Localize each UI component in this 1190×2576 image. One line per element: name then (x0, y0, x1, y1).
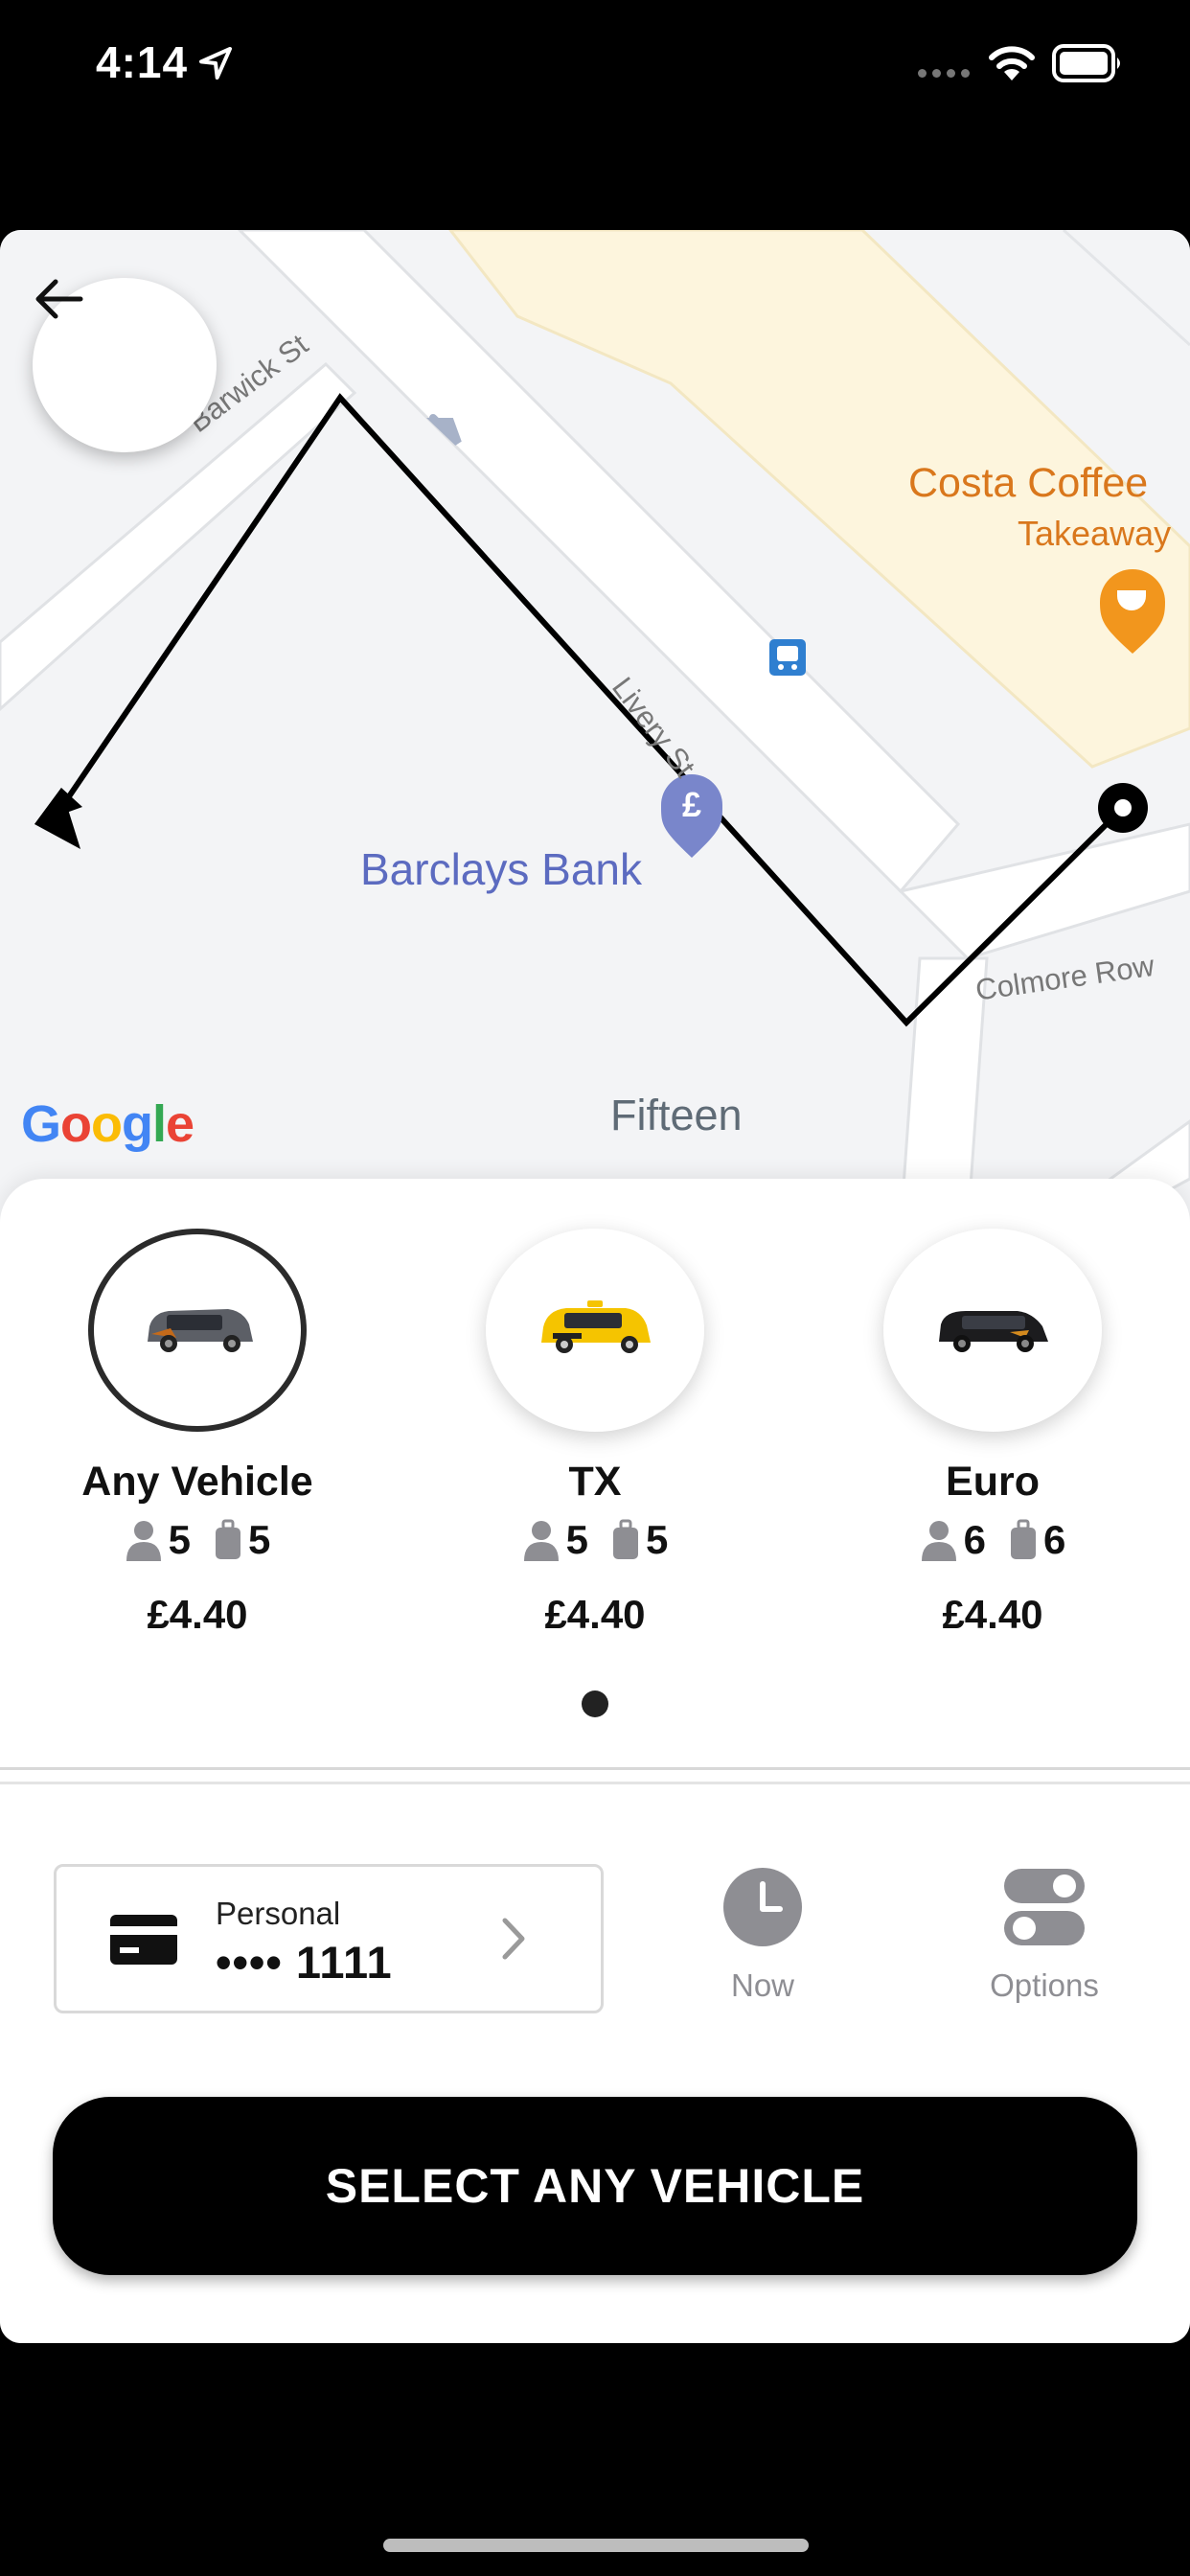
vehicle-name: Any Vehicle (81, 1459, 313, 1505)
passenger-count: 5 (565, 1517, 588, 1562)
location-arrow-icon (199, 47, 232, 80)
passenger-icon (523, 1521, 559, 1561)
vehicle-price: £4.40 (147, 1592, 248, 1637)
vehicle-capacity: 5 5 (34, 1517, 360, 1563)
svg-text:£: £ (682, 785, 701, 824)
chevron-right-icon (502, 1918, 525, 1960)
place-label-barclays[interactable]: Barclays Bank (360, 843, 642, 895)
vehicle-option-euro[interactable]: Euro 6 6 £4.40 (830, 1229, 1156, 1638)
schedule-now-button[interactable]: Now (705, 1867, 820, 2004)
payment-method-button[interactable]: Personal •••• 1111 (54, 1864, 604, 2013)
vehicle-option-tx[interactable]: TX 5 5 £4.40 (432, 1229, 758, 1638)
vehicle-image-circle[interactable] (88, 1229, 307, 1432)
google-logo: Google (21, 1095, 195, 1153)
taxi-yellow-icon (541, 1300, 651, 1353)
vehicle-capacity: 6 6 (830, 1517, 1156, 1563)
home-indicator[interactable] (383, 2539, 809, 2552)
vehicle-price: £4.40 (942, 1592, 1043, 1637)
luggage-icon (613, 1519, 638, 1559)
credit-card-icon (110, 1915, 177, 1965)
cellular-signal-icon (918, 65, 975, 82)
passenger-count: 6 (963, 1517, 986, 1562)
luggage-count: 6 (1043, 1517, 1066, 1562)
luggage-icon (1011, 1519, 1036, 1559)
vehicle-sheet: Any Vehicle 5 5 £4.40 TX 5 5 £4.40 Euro … (0, 1179, 1190, 2343)
luggage-count: 5 (646, 1517, 669, 1562)
luggage-icon (216, 1519, 240, 1559)
vehicle-name: Euro (946, 1459, 1040, 1505)
luggage-count: 5 (248, 1517, 271, 1562)
passenger-count: 5 (168, 1517, 191, 1562)
minivan-black-icon (939, 1311, 1048, 1352)
passenger-icon (921, 1521, 956, 1561)
back-button[interactable] (33, 278, 217, 452)
passenger-icon (126, 1521, 161, 1561)
status-bar: 4:14 (0, 0, 1190, 134)
carousel-page-indicator[interactable] (582, 1690, 608, 1717)
wifi-icon (989, 46, 1035, 80)
options-label: Options (990, 1967, 1099, 2003)
section-divider (0, 1767, 1190, 1784)
now-label: Now (730, 1967, 795, 2003)
toggle-options-icon (1004, 1869, 1085, 1945)
place-label-costa[interactable]: Costa Coffee (908, 460, 1148, 507)
select-vehicle-button[interactable]: SELECT ANY VEHICLE (53, 2097, 1137, 2275)
vehicle-image-circle[interactable] (883, 1229, 1102, 1432)
place-sublabel-costa: Takeaway (1018, 514, 1172, 553)
vehicle-option-any[interactable]: Any Vehicle 5 5 £4.40 (34, 1229, 360, 1638)
status-time: 4:14 (96, 37, 189, 87)
battery-icon (1052, 44, 1120, 82)
app-card: £ Barwick St Livery St Colmore Row Barcl… (0, 230, 1190, 2343)
options-button[interactable]: Options (963, 1867, 1126, 2004)
arrow-left-icon (35, 279, 83, 319)
clock-icon (723, 1868, 802, 1946)
place-label-fifteen[interactable]: Fifteen (610, 1091, 743, 1140)
vehicle-carousel[interactable]: Any Vehicle 5 5 £4.40 TX 5 5 £4.40 Euro … (0, 1229, 1190, 1637)
vehicle-capacity: 5 5 (432, 1517, 758, 1563)
vehicle-image-circle[interactable] (486, 1229, 704, 1432)
map-view[interactable]: £ Barwick St Livery St Colmore Row Barcl… (0, 230, 1190, 1227)
payment-type: Personal (216, 1896, 341, 1931)
vehicle-name: TX (568, 1459, 622, 1505)
vehicle-price: £4.40 (544, 1592, 646, 1637)
payment-card-number: •••• 1111 (216, 1937, 393, 1988)
taxi-grey-icon (148, 1309, 253, 1352)
